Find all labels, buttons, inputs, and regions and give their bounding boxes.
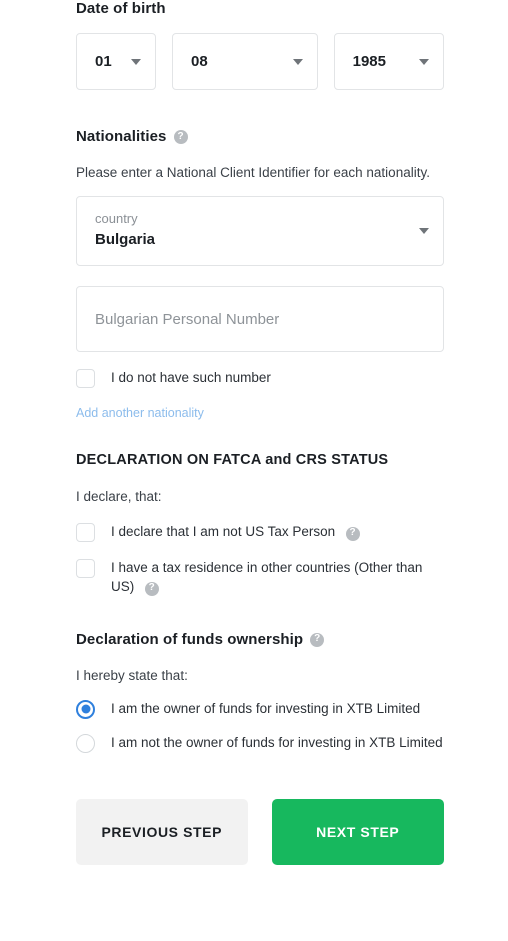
us-tax-person-checkbox[interactable] [76,522,95,542]
dob-year-value: 1985 [352,53,386,70]
country-select[interactable]: country Bulgaria [76,196,444,267]
funds-title: Declaration of funds ownership [76,630,304,648]
dob-month-value: 08 [191,53,208,70]
dob-day-value: 01 [95,53,112,70]
form-actions: PREVIOUS STEP NEXT STEP [76,798,444,865]
add-another-nationality-link[interactable]: Add another nationality [76,406,204,420]
chevron-down-icon [292,58,303,65]
previous-step-button[interactable]: PREVIOUS STEP [76,798,248,865]
chevron-down-icon [131,58,141,65]
country-field-label: country [95,211,138,227]
date-of-birth-row: 01 08 1985 [76,33,444,90]
country-field-value: Bulgaria [95,230,156,248]
chevron-down-icon [419,228,429,235]
question-mark-icon[interactable]: ? [310,632,325,647]
fatca-title: DECLARATION ON FATCA and CRS STATUS [76,452,389,469]
funds-owner-radio[interactable] [76,699,95,719]
funds-not-owner-radio[interactable] [76,733,95,753]
chevron-down-icon [419,58,429,65]
question-mark-icon[interactable]: ? [173,130,188,144]
no-number-checkbox-row[interactable]: I do not have such number [76,368,444,389]
nationalities-heading-row: Nationalities ? [76,128,444,146]
tax-residence-checkbox[interactable] [76,558,95,578]
nationalities-title: Nationalities [76,128,167,145]
next-step-button[interactable]: NEXT STEP [271,798,444,865]
dob-month-select[interactable]: 08 [172,33,318,90]
fatca-checkbox-row[interactable]: I have a tax residence in other countrie… [76,558,444,597]
no-number-label: I do not have such number [111,370,271,386]
dob-year-select[interactable]: 1985 [333,33,444,90]
no-number-checkbox[interactable] [76,369,95,389]
date-of-birth-title: Date of birth [76,0,166,17]
us-tax-person-label: I declare that I am not US Tax Person [111,523,336,539]
funds-heading-row: Declaration of funds ownership ? [76,631,444,649]
nationalities-description: Please enter a National Client Identifie… [76,165,430,180]
question-mark-icon[interactable]: ? [345,526,360,541]
funds-owner-label: I am the owner of funds for investing in… [111,700,421,716]
funds-not-owner-radio-row[interactable]: I am not the owner of funds for investin… [76,733,444,753]
question-mark-icon[interactable]: ? [144,581,159,596]
form-container: Date of birth 01 08 1985 Nationalities ?… [32,0,476,865]
funds-owner-radio-row[interactable]: I am the owner of funds for investing in… [76,699,444,719]
fatca-intro: I declare, that: [76,488,162,504]
funds-not-owner-label: I am not the owner of funds for investin… [111,734,443,750]
funds-intro: I hereby state that: [76,667,188,683]
registration-form-page: Date of birth 01 08 1985 Nationalities ?… [0,0,508,941]
fatca-checkbox-row[interactable]: I declare that I am not US Tax Person ? [76,522,444,542]
dob-day-select[interactable]: 01 [76,33,156,90]
national-identifier-input[interactable] [76,286,444,353]
funds-ownership-section: Declaration of funds ownership ? I hereb… [76,631,444,753]
fatca-section: DECLARATION ON FATCA and CRS STATUS I de… [76,452,444,596]
